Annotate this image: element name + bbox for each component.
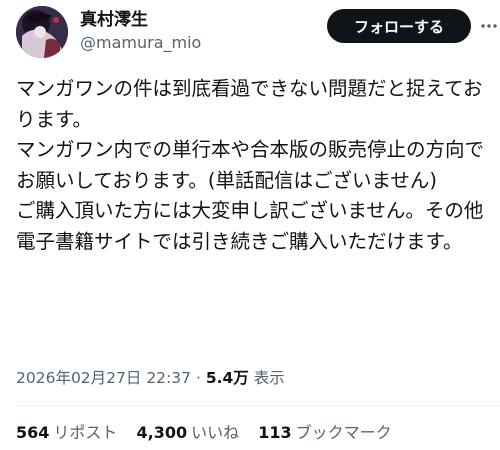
avatar-illustration-icon bbox=[16, 6, 68, 58]
tweet-meta: 2026年02月27日 22:37 · 5.4万 表示 bbox=[16, 367, 285, 389]
avatar[interactable] bbox=[16, 6, 68, 58]
follow-button[interactable]: フォローする bbox=[327, 9, 471, 43]
engagement-stats: 564 リポスト 4,300 いいね 113 ブックマーク bbox=[16, 422, 406, 444]
bookmarks-stat[interactable]: 113 ブックマーク bbox=[258, 422, 391, 444]
more-horizontal-icon bbox=[481, 24, 497, 28]
tweet-text: マンガワンの件は到底看過できない問題だと捉えております。 マンガワン内での単行本… bbox=[16, 74, 484, 258]
meta-separator: · bbox=[195, 369, 201, 387]
reposts-label: リポスト bbox=[53, 423, 118, 442]
user-handle[interactable]: @mamura_mio bbox=[80, 33, 201, 53]
views-count: 5.4万 bbox=[205, 369, 249, 387]
tweet-paragraph: マンガワン内での単行本や合本版の販売停止の方向でお願いしております。(単話配信は… bbox=[16, 138, 485, 192]
likes-label: いいね bbox=[191, 423, 240, 442]
tweet-paragraph: マンガワンの件は到底看過できない問題だと捉えております。 bbox=[16, 77, 483, 131]
tweet-card: 真村澪生 @mamura_mio フォローする マンガワンの件は到底看過できない… bbox=[0, 0, 500, 450]
divider bbox=[16, 405, 500, 406]
reposts-stat[interactable]: 564 リポスト bbox=[16, 422, 117, 444]
likes-stat[interactable]: 4,300 いいね bbox=[137, 422, 240, 444]
timestamp-link[interactable]: 2026年02月27日 22:37 bbox=[16, 369, 191, 387]
more-options-button[interactable] bbox=[478, 12, 500, 40]
display-name[interactable]: 真村澪生 bbox=[80, 9, 148, 31]
reposts-count: 564 bbox=[16, 423, 50, 442]
views-label: 表示 bbox=[253, 369, 285, 387]
likes-count: 4,300 bbox=[136, 423, 188, 442]
tweet-paragraph: ご購入頂いた方には大変申し訳ございません。その他電子書籍サイトでは引き続きご購入… bbox=[16, 199, 484, 253]
bookmarks-label: ブックマーク bbox=[295, 423, 392, 442]
bookmarks-count: 113 bbox=[258, 423, 292, 442]
